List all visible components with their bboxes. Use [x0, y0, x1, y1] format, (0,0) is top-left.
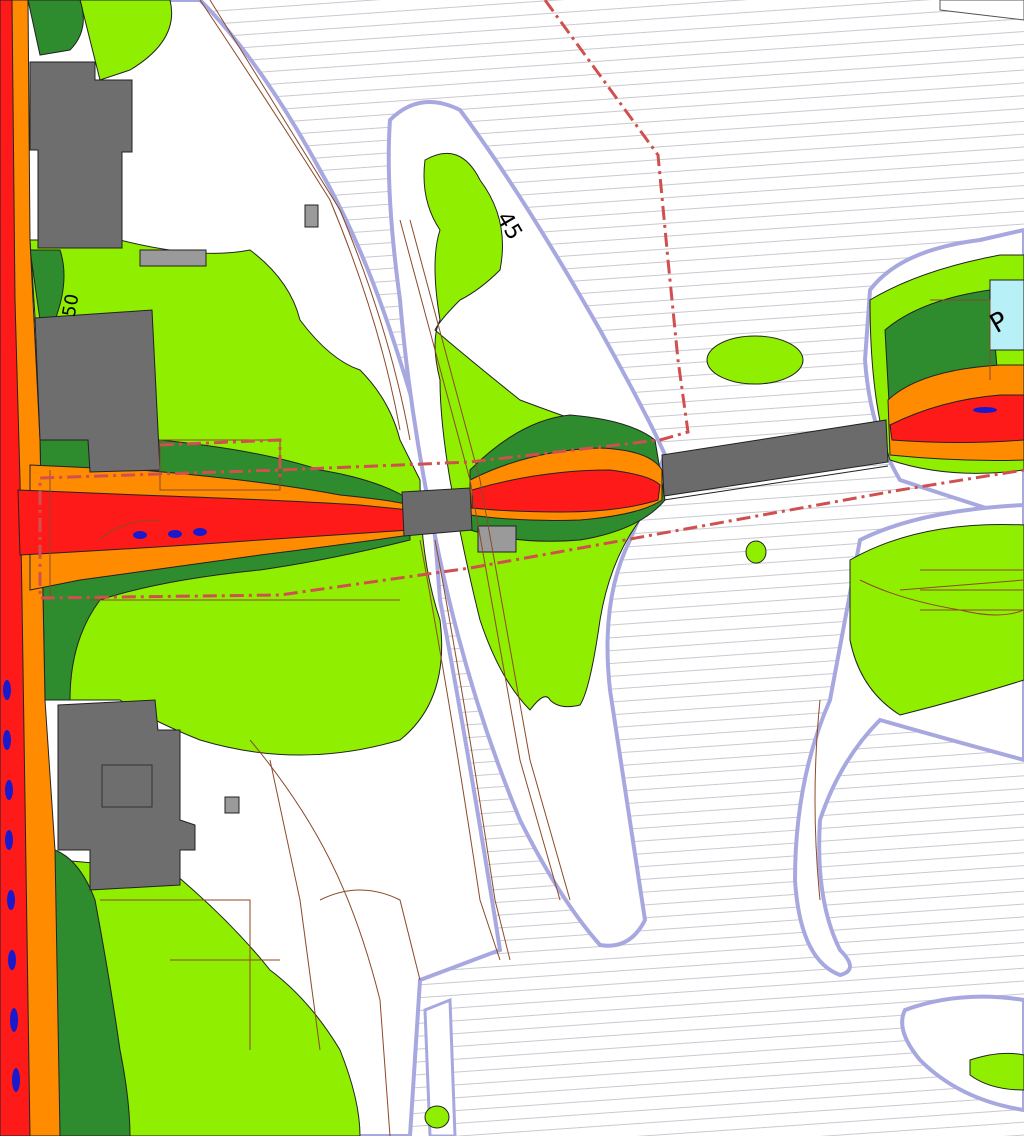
small-building-b: [304, 204, 319, 228]
noise-blob-water-a: [706, 335, 804, 385]
contour-label-50: 50: [59, 292, 84, 318]
building-north: [29, 61, 133, 249]
small-building-c: [224, 796, 240, 814]
small-building-a: [139, 249, 207, 267]
noise-map: 45 50 P: [0, 0, 1024, 1136]
noise-blob-water-c: [424, 1105, 450, 1129]
noise-blob-water-b: [745, 540, 767, 564]
noise-zone-light-green-east-south: [849, 523, 1024, 716]
bridge-west: [401, 487, 473, 537]
small-building-d: [477, 525, 517, 553]
